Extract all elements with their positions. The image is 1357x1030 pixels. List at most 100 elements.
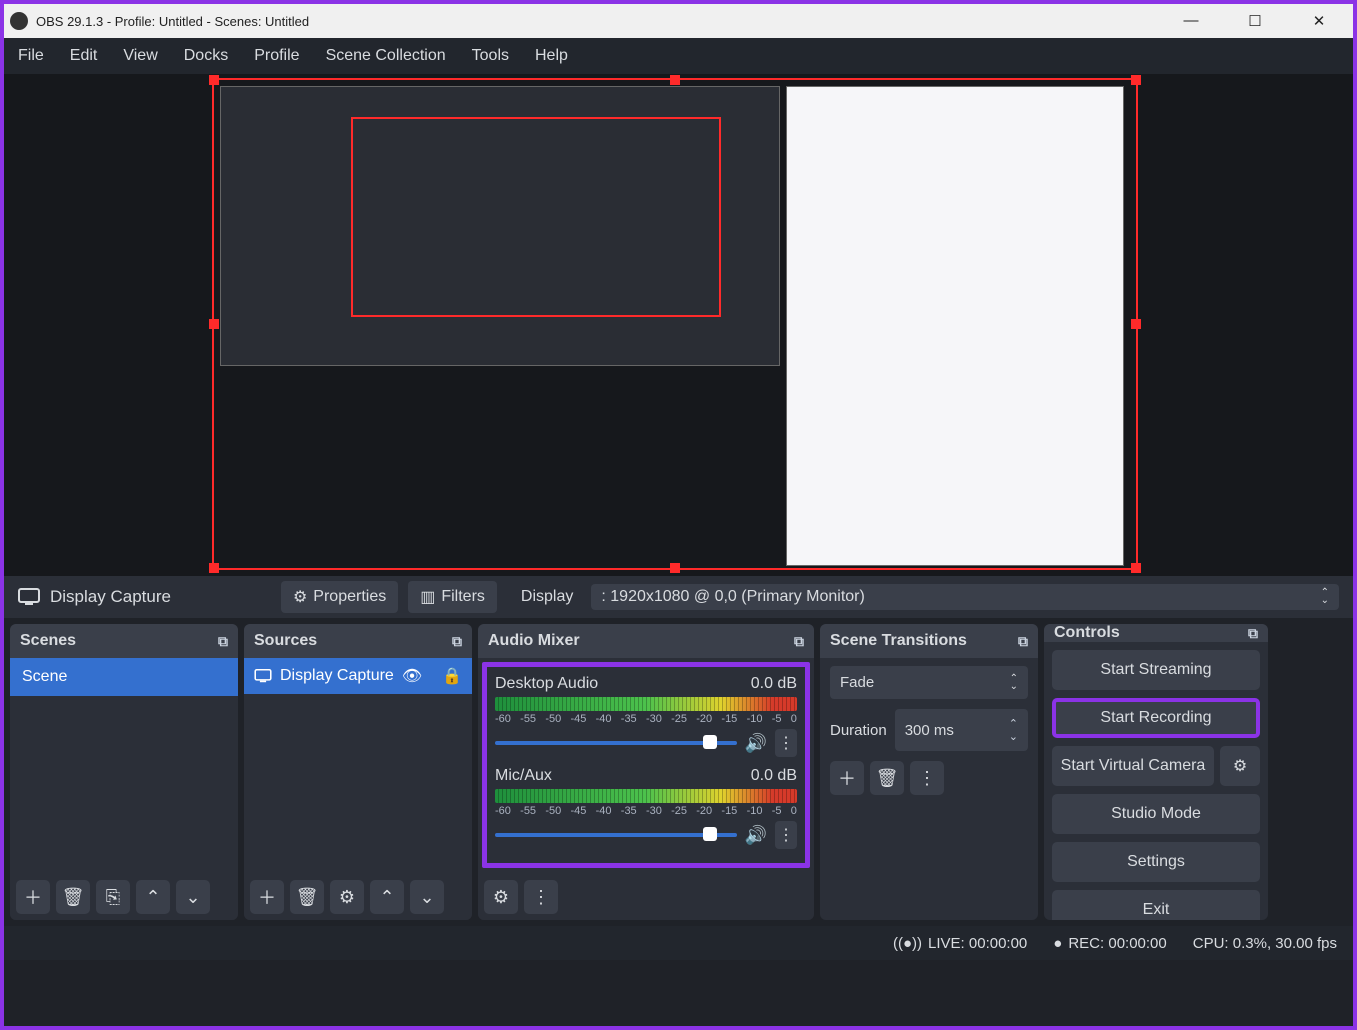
filters-label: Filters [441, 588, 485, 606]
add-transition-button[interactable]: ＋ [830, 761, 864, 795]
vu-meter [495, 789, 797, 803]
speaker-icon[interactable]: 🔊 [745, 733, 767, 754]
titlebar: OBS 29.1.3 - Profile: Untitled - Scenes:… [4, 4, 1353, 38]
menu-docks[interactable]: Docks [184, 47, 228, 65]
audio-mixer-title: Audio Mixer [488, 632, 580, 650]
channel-level: 0.0 dB [751, 675, 797, 693]
start-virtual-camera-button[interactable]: Start Virtual Camera [1052, 746, 1214, 786]
display-select-value: : 1920x1080 @ 0,0 (Primary Monitor) [601, 588, 864, 606]
menubar: File Edit View Docks Profile Scene Colle… [4, 38, 1353, 74]
sources-panel: Sources ⧉ Display Capture 👁 🔒 ＋ 🗑 ⚙ ⌃ ⌄ [244, 624, 472, 920]
vu-ticks: -60-55-50-45-40-35-30-25-20-15-10-50 [495, 713, 797, 725]
mixer-settings-button[interactable]: ⚙ [484, 880, 518, 914]
start-recording-button[interactable]: Start Recording [1052, 698, 1260, 738]
properties-button[interactable]: ⚙ Properties [281, 581, 398, 613]
rec-status: REC: 00:00:00 [1068, 935, 1166, 952]
source-item-label: Display Capture [280, 667, 394, 685]
delete-transition-button[interactable]: 🗑 [870, 761, 904, 795]
mixer-channel-desktop: Desktop Audio 0.0 dB -60-55-50-45-40-35-… [495, 675, 797, 757]
window-title: OBS 29.1.3 - Profile: Untitled - Scenes:… [36, 14, 1171, 29]
record-dot-icon: ● [1053, 935, 1062, 952]
current-source-label: Display Capture [50, 587, 171, 607]
menu-view[interactable]: View [123, 47, 157, 65]
transition-type-select[interactable]: Fade ⌃⌄ [830, 666, 1028, 699]
obs-logo-icon [10, 12, 28, 30]
transition-menu-button[interactable]: ⋮ [910, 761, 944, 795]
transitions-title: Scene Transitions [830, 632, 967, 650]
menu-profile[interactable]: Profile [254, 47, 299, 65]
delete-source-button[interactable]: 🗑 [290, 880, 324, 914]
delete-scene-button[interactable]: 🗑 [56, 880, 90, 914]
close-button[interactable]: ✕ [1299, 12, 1339, 30]
monitor-icon [18, 588, 40, 606]
controls-panel: Controls ⧉ Start Streaming Start Recordi… [1044, 624, 1268, 920]
channel-name: Desktop Audio [495, 675, 598, 693]
monitor-icon [254, 669, 272, 683]
popout-icon[interactable]: ⧉ [1248, 625, 1258, 642]
add-scene-button[interactable]: ＋ [16, 880, 50, 914]
duration-stepper[interactable]: 300 ms ⌃⌄ [895, 709, 1028, 751]
exit-button[interactable]: Exit [1052, 890, 1260, 920]
stepper-updown-icon: ⌃⌄ [1009, 717, 1018, 743]
filters-icon: ▥ [420, 587, 435, 607]
menu-help[interactable]: Help [535, 47, 568, 65]
move-source-down-button[interactable]: ⌄ [410, 880, 444, 914]
lock-icon[interactable]: 🔒 [442, 666, 462, 686]
mixer-menu-button[interactable]: ⋮ [524, 880, 558, 914]
settings-button[interactable]: Settings [1052, 842, 1260, 882]
channel-level: 0.0 dB [751, 767, 797, 785]
duration-value: 300 ms [905, 722, 954, 739]
audio-mixer-panel: Audio Mixer ⧉ Desktop Audio 0.0 dB -60-5… [478, 624, 814, 920]
move-scene-up-button[interactable]: ⌃ [136, 880, 170, 914]
display-label: Display [521, 588, 573, 606]
properties-label: Properties [313, 588, 386, 606]
vu-meter [495, 697, 797, 711]
move-scene-down-button[interactable]: ⌄ [176, 880, 210, 914]
channel-menu-button[interactable]: ⋮ [775, 729, 797, 757]
chevron-updown-icon: ⌃⌄ [1321, 589, 1329, 605]
channel-name: Mic/Aux [495, 767, 552, 785]
mixer-channel-mic: Mic/Aux 0.0 dB -60-55-50-45-40-35-30-25-… [495, 767, 797, 849]
transition-type-value: Fade [840, 674, 874, 691]
eye-icon[interactable]: 👁 [402, 666, 422, 686]
popout-icon[interactable]: ⧉ [218, 633, 228, 650]
filters-button[interactable]: ▥ Filters [408, 581, 497, 613]
broadcast-icon: ((●)) [893, 935, 922, 952]
menu-scene-collection[interactable]: Scene Collection [326, 47, 446, 65]
scene-filter-button[interactable]: ⎘ [96, 880, 130, 914]
menu-file[interactable]: File [18, 47, 44, 65]
add-source-button[interactable]: ＋ [250, 880, 284, 914]
cpu-status: CPU: 0.3%, 30.00 fps [1193, 935, 1337, 952]
display-select[interactable]: : 1920x1080 @ 0,0 (Primary Monitor) ⌃⌄ [591, 584, 1339, 610]
volume-slider[interactable] [495, 833, 737, 837]
minimize-button[interactable]: — [1171, 12, 1211, 30]
studio-mode-button[interactable]: Studio Mode [1052, 794, 1260, 834]
scene-item[interactable]: Scene [10, 658, 238, 696]
source-item[interactable]: Display Capture 👁 🔒 [244, 658, 472, 694]
scene-transitions-panel: Scene Transitions ⧉ Fade ⌃⌄ Duration 300… [820, 624, 1038, 920]
audio-mixer-highlight: Desktop Audio 0.0 dB -60-55-50-45-40-35-… [482, 662, 810, 868]
duration-label: Duration [830, 722, 887, 739]
channel-menu-button[interactable]: ⋮ [775, 821, 797, 849]
menu-tools[interactable]: Tools [472, 47, 509, 65]
source-toolbar: Display Capture ⚙ Properties ▥ Filters D… [4, 576, 1353, 618]
statusbar: ((●))LIVE: 00:00:00 ●REC: 00:00:00 CPU: … [4, 926, 1353, 960]
start-streaming-button[interactable]: Start Streaming [1052, 650, 1260, 690]
popout-icon[interactable]: ⧉ [452, 633, 462, 650]
gear-icon: ⚙ [293, 587, 307, 607]
speaker-icon[interactable]: 🔊 [745, 825, 767, 846]
vu-ticks: -60-55-50-45-40-35-30-25-20-15-10-50 [495, 805, 797, 817]
scenes-panel: Scenes ⧉ Scene ＋ 🗑 ⎘ ⌃ ⌄ [10, 624, 238, 920]
maximize-button[interactable]: ☐ [1235, 12, 1275, 30]
chevron-updown-icon: ⌃⌄ [1010, 675, 1018, 691]
popout-icon[interactable]: ⧉ [794, 633, 804, 650]
scenes-title: Scenes [20, 632, 76, 650]
popout-icon[interactable]: ⧉ [1018, 633, 1028, 650]
source-settings-button[interactable]: ⚙ [330, 880, 364, 914]
volume-slider[interactable] [495, 741, 737, 745]
move-source-up-button[interactable]: ⌃ [370, 880, 404, 914]
virtual-camera-settings-button[interactable]: ⚙ [1220, 746, 1260, 786]
preview-canvas[interactable] [4, 74, 1353, 576]
controls-title: Controls [1054, 624, 1120, 642]
menu-edit[interactable]: Edit [70, 47, 98, 65]
